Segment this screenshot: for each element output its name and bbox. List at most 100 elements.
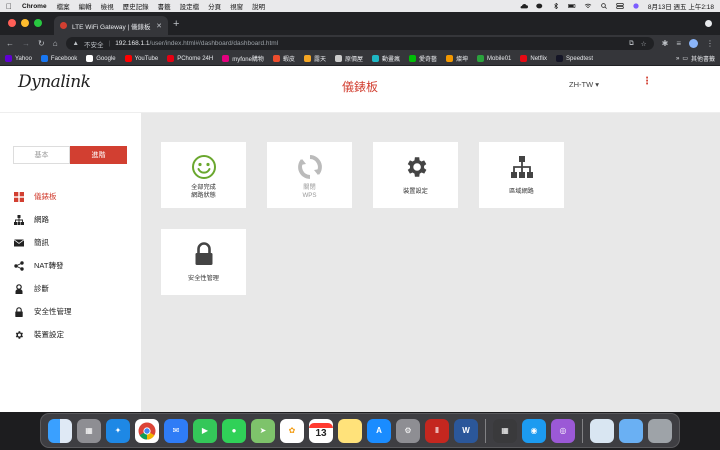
bookmark-item[interactable]: Speedtest — [556, 55, 593, 62]
reload-icon[interactable]: ↻ — [38, 39, 45, 48]
menubar-clock[interactable]: 8月13日 週五 上午2:18 — [648, 1, 714, 11]
safari-icon[interactable]: ✦ — [106, 418, 130, 443]
chrome-icon[interactable] — [135, 418, 159, 443]
address-bar[interactable]: ▲ 不安全 | 192.168.1.1/user/index.html#/das… — [65, 37, 654, 50]
bookmark-label: Speedtest — [566, 55, 594, 62]
menubar-item-view[interactable]: 檢視 — [101, 1, 114, 11]
extensions-icon[interactable]: ✱ — [662, 39, 669, 48]
bookmark-item[interactable]: Netflix — [520, 55, 547, 62]
battery-icon[interactable] — [567, 3, 576, 9]
bookmark-favicon-icon — [167, 55, 175, 62]
forward-icon[interactable]: → — [22, 39, 30, 48]
security-label[interactable]: 不安全 — [84, 39, 104, 49]
cloud-icon[interactable] — [520, 3, 528, 9]
sidebar-item-nat[interactable]: NAT轉發 — [14, 254, 72, 277]
chrome-menu-icon[interactable]: ⋮ — [706, 39, 714, 48]
bookmark-item[interactable]: 燦坤 — [446, 54, 468, 63]
mode-basic-button[interactable]: 基本 — [13, 146, 70, 164]
wifi-icon[interactable] — [584, 3, 592, 9]
browser-tab[interactable]: LTE WiFi Gateway | 儀錶板 ✕ — [54, 16, 168, 35]
menubar-item-history[interactable]: 歷史記錄 — [123, 1, 149, 11]
podcasts-icon[interactable]: ◎ — [551, 418, 575, 443]
photos-icon[interactable]: ✿ — [280, 418, 304, 443]
chevron-right-icon: » — [675, 55, 680, 62]
bookmark-item[interactable]: myfone購物 — [222, 54, 264, 63]
bookmark-item[interactable]: 蝦皮 — [272, 54, 295, 63]
network-utility-icon[interactable]: ◉ — [522, 418, 546, 443]
messages-icon[interactable]: ● — [222, 418, 246, 443]
menubar-item-help[interactable]: 說明 — [252, 1, 265, 11]
sidebar-item-device-settings[interactable]: 裝置設定 — [14, 323, 72, 346]
profile-avatar[interactable] — [689, 39, 698, 48]
sidebar-item-dashboard[interactable]: 儀錶板 — [14, 185, 72, 208]
sidebar-item-diagnostics[interactable]: 診斷 — [14, 277, 72, 300]
search-icon[interactable] — [600, 3, 608, 9]
menubar-item-bookmarks[interactable]: 書籤 — [158, 1, 171, 11]
bookmark-label: YouTube — [134, 55, 159, 62]
bookmark-item[interactable]: Facebook — [40, 55, 77, 62]
card-network-status[interactable]: 全部完成 網路狀態 — [161, 142, 246, 208]
calculator-icon[interactable]: ▦ — [493, 418, 517, 443]
bookmark-item[interactable]: PChome 24H — [167, 55, 213, 62]
menubar-item-tabs[interactable]: 分頁 — [208, 1, 221, 11]
language-select[interactable]: ZH-TW ▾ — [569, 80, 599, 89]
control-center-icon[interactable] — [616, 3, 624, 9]
notes-icon[interactable] — [338, 418, 362, 443]
minimize-window-button[interactable] — [21, 19, 29, 27]
facetime-icon[interactable]: ▶ — [193, 418, 217, 443]
parallels-icon[interactable]: ‖ — [425, 418, 449, 443]
menubar-app-name[interactable]: Chrome — [22, 3, 47, 10]
card-security[interactable]: 安全性管理 — [161, 229, 246, 295]
bookmark-item[interactable]: Google — [86, 55, 116, 62]
card-lan[interactable]: 區域網路 — [479, 142, 564, 208]
folder-icon[interactable] — [619, 418, 643, 443]
menubar-item-edit[interactable]: 編輯 — [79, 1, 92, 11]
card-device-settings[interactable]: 裝置設定 — [373, 142, 458, 208]
sidebar-item-security[interactable]: 安全性管理 — [14, 300, 72, 323]
home-icon[interactable]: ⌂ — [53, 39, 58, 48]
sidebar-item-sms[interactable]: 簡訊 — [14, 231, 72, 254]
launchpad-icon[interactable]: ▦ — [77, 418, 101, 443]
reading-list-icon[interactable]: ≡ — [676, 39, 681, 48]
siri-icon[interactable] — [632, 3, 640, 9]
back-icon[interactable]: ← — [6, 39, 14, 48]
smiley-icon — [191, 154, 217, 180]
bookmark-label: Google — [96, 55, 116, 62]
bookmark-favicon-icon — [40, 55, 48, 62]
warning-icon[interactable]: ▲ — [73, 40, 79, 47]
translate-icon[interactable]: ⧉ — [629, 40, 634, 48]
wechat-icon[interactable] — [536, 3, 544, 9]
finder-icon[interactable] — [48, 418, 72, 443]
system-preferences-icon[interactable]: ⚙ — [396, 418, 420, 443]
card-wps[interactable]: 關閉 WPS — [267, 142, 352, 208]
menubar-item-window[interactable]: 視窗 — [230, 1, 243, 11]
mail-icon[interactable]: ✉ — [164, 418, 188, 443]
menubar-item-profiles[interactable]: 設定檔 — [180, 1, 200, 11]
preview-icon[interactable] — [590, 418, 614, 443]
word-icon[interactable]: W — [454, 418, 478, 443]
trash-icon[interactable] — [648, 418, 672, 443]
bookmark-star-icon[interactable]: ☆ — [641, 40, 647, 48]
apple-menu-icon[interactable]:  — [6, 2, 12, 11]
new-tab-button[interactable]: + — [173, 18, 179, 30]
bookmark-item[interactable]: YouTube — [124, 55, 159, 62]
bookmark-item[interactable]: Yahoo — [5, 55, 32, 62]
close-tab-icon[interactable]: ✕ — [156, 22, 162, 30]
zoom-window-button[interactable] — [34, 19, 42, 27]
more-options-icon[interactable]: ⋮ — [642, 77, 652, 87]
bookmark-item[interactable]: Mobile01 — [477, 55, 511, 62]
tab-search-icon[interactable] — [705, 20, 712, 27]
bookmark-item[interactable]: 露天 — [303, 54, 326, 63]
maps-icon[interactable]: ➤ — [251, 418, 275, 443]
calendar-icon[interactable]: 13 — [309, 418, 333, 443]
bookmark-item[interactable]: 愛奇藝 — [408, 54, 437, 63]
sidebar-item-network[interactable]: 網路 — [14, 208, 72, 231]
menubar-item-file[interactable]: 檔案 — [57, 1, 70, 11]
mode-advanced-button[interactable]: 進階 — [70, 146, 127, 164]
bookmark-item[interactable]: 原價屋 — [334, 54, 363, 63]
other-bookmarks[interactable]: » ▭ 其他書籤 — [675, 54, 715, 64]
bluetooth-icon[interactable] — [552, 3, 560, 9]
app-store-icon[interactable]: A — [367, 418, 391, 443]
bookmark-item[interactable]: 動畫瘋 — [371, 54, 400, 63]
close-window-button[interactable] — [8, 19, 16, 27]
